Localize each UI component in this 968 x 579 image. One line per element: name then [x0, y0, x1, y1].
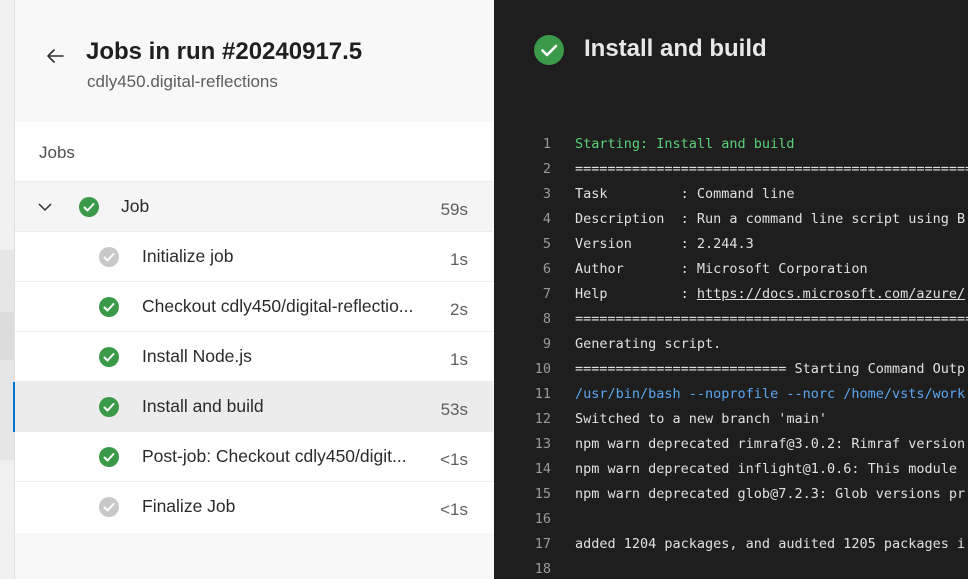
job-step-row[interactable]: Post-job: Checkout cdly450/digit... <1s — [15, 431, 493, 481]
log-line: 17 added 1204 packages, and audited 1205 … — [494, 532, 968, 557]
log-line: 8 =======================================… — [494, 307, 968, 332]
jobs-list: Jobs Job 59s Initialize job 1s Checkout cdly… — [13, 122, 493, 533]
line-number: 15 — [534, 486, 551, 502]
line-number: 7 — [542, 286, 551, 302]
line-number: 13 — [534, 436, 551, 452]
line-number: 12 — [534, 411, 551, 427]
log-text: /usr/bin/bash --noprofile --norc /home/v… — [575, 386, 966, 402]
pipeline-name: cdly450.digital-reflections — [87, 72, 278, 91]
arrow-left-icon — [47, 49, 64, 63]
job-step-duration: <1s — [440, 450, 468, 469]
rail-item[interactable] — [0, 250, 14, 312]
log-viewer: Install and build 1 Starting: Install and… — [494, 0, 968, 579]
log-line: 1 Starting: Install and build — [494, 132, 968, 157]
line-number: 2 — [542, 161, 551, 177]
job-step-label: Install Node.js — [142, 346, 252, 366]
line-number: 16 — [534, 511, 551, 527]
job-step-label: Checkout cdly450/digital-reflectio... — [142, 296, 414, 316]
log-line: 7 Help : https://docs.microsoft.com/azure… — [494, 282, 968, 307]
log-line: 2 =======================================… — [494, 157, 968, 182]
job-group-label: Job — [121, 196, 150, 216]
job-step-duration: 2s — [450, 300, 468, 319]
log-text: Starting: Install and build — [575, 136, 795, 152]
line-number: 6 — [542, 261, 551, 277]
line-number: 8 — [542, 311, 551, 327]
success-check-icon — [99, 397, 119, 417]
chevron-down-icon[interactable] — [37, 199, 53, 215]
line-number: 18 — [534, 561, 551, 577]
left-navigation-rail — [0, 0, 15, 579]
job-step-duration: 1s — [450, 250, 468, 269]
log-text: ========================================… — [575, 161, 968, 177]
log-line: 6 Author : Microsoft Corporation — [494, 257, 968, 282]
log-text: added 1204 packages, and audited 1205 pa… — [575, 536, 966, 552]
job-step-label: Initialize job — [142, 246, 234, 266]
log-text: npm warn deprecated glob@7.2.3: Glob ver… — [575, 486, 966, 502]
line-number: 1 — [542, 136, 551, 152]
job-step-duration: <1s — [440, 500, 468, 519]
line-number: 10 — [534, 361, 551, 377]
success-check-icon — [534, 35, 564, 65]
skipped-check-icon — [99, 247, 119, 267]
job-step-row[interactable]: Finalize Job <1s — [15, 481, 493, 531]
log-text: Description : Run a command line script … — [575, 211, 966, 227]
log-text: ========================================… — [575, 311, 968, 327]
panel-header: Jobs in run #20240917.5 cdly450.digital-… — [15, 0, 493, 122]
log-text: Version : 2.244.3 — [575, 236, 754, 252]
log-text: npm warn deprecated inflight@1.0.6: This… — [575, 461, 958, 477]
page-title: Jobs in run #20240917.5 — [86, 38, 363, 65]
line-number: 4 — [542, 211, 551, 227]
job-step-label: Finalize Job — [142, 496, 236, 516]
help-link[interactable]: https://docs.microsoft.com/azure/ — [697, 286, 965, 302]
line-number: 14 — [534, 461, 551, 477]
log-text: ========================== Starting Comm… — [575, 361, 966, 377]
log-line: 13 npm warn deprecated rimraf@3.0.2: Rimr… — [494, 432, 968, 457]
log-line: 14 npm warn deprecated inflight@1.0.6: Th… — [494, 457, 968, 482]
log-line: 5 Version : 2.244.3 — [494, 232, 968, 257]
job-step-row[interactable]: Install Node.js 1s — [15, 331, 493, 381]
log-line: 3 Task : Command line — [494, 182, 968, 207]
skipped-check-icon — [99, 497, 119, 517]
job-step-label: Post-job: Checkout cdly450/digit... — [142, 446, 407, 466]
job-step-duration: 53s — [440, 400, 468, 419]
log-line: 4 Description : Run a command line script… — [494, 207, 968, 232]
log-line: 15 npm warn deprecated glob@7.2.3: Glob v… — [494, 482, 968, 507]
line-number: 3 — [542, 186, 551, 202]
job-step-duration: 1s — [450, 350, 468, 369]
log-line: 16 — [494, 507, 968, 532]
log-text: Author : Microsoft Corporation — [575, 261, 868, 277]
jobs-heading: Jobs — [39, 143, 75, 162]
log-lines: 1 Starting: Install and build 2 ===========… — [494, 132, 968, 579]
success-check-icon — [79, 197, 99, 217]
log-line: 9 Generating script. — [494, 332, 968, 357]
line-number: 5 — [542, 236, 551, 252]
success-check-icon — [99, 297, 119, 317]
job-step-row[interactable]: Checkout cdly450/digital-reflectio... 2s — [15, 281, 493, 331]
success-check-icon — [99, 347, 119, 367]
log-text: Help : https://docs.microsoft.com/azure/ — [575, 286, 966, 302]
log-line: 12 Switched to a new branch 'main' — [494, 407, 968, 432]
log-line: 11/usr/bin/bash --noprofile --norc /home… — [494, 382, 968, 407]
job-step-row[interactable]: Install and build 53s — [13, 381, 493, 432]
line-number: 17 — [534, 536, 551, 552]
rail-item[interactable] — [0, 360, 14, 460]
line-number: 11 — [534, 386, 551, 402]
log-title: Install and build — [584, 35, 767, 62]
log-text: Generating script. — [575, 336, 722, 352]
job-step-row[interactable]: Initialize job 1s — [15, 231, 493, 281]
success-check-icon — [99, 447, 119, 467]
log-text: Switched to a new branch 'main' — [575, 411, 827, 427]
job-group-row[interactable]: Job 59s — [15, 181, 493, 231]
job-group-duration: 59s — [440, 200, 468, 219]
back-button[interactable] — [43, 44, 67, 68]
job-step-label: Install and build — [142, 396, 264, 416]
rail-item-active[interactable] — [0, 312, 14, 360]
line-number: 9 — [542, 336, 551, 352]
log-line: 18 — [494, 557, 968, 579]
log-line: 10 ========================== Starting Co… — [494, 357, 968, 382]
log-text: Task : Command line — [575, 186, 795, 202]
jobs-panel: Jobs in run #20240917.5 cdly450.digital-… — [13, 0, 493, 579]
log-text: npm warn deprecated rimraf@3.0.2: Rimraf… — [575, 436, 966, 452]
